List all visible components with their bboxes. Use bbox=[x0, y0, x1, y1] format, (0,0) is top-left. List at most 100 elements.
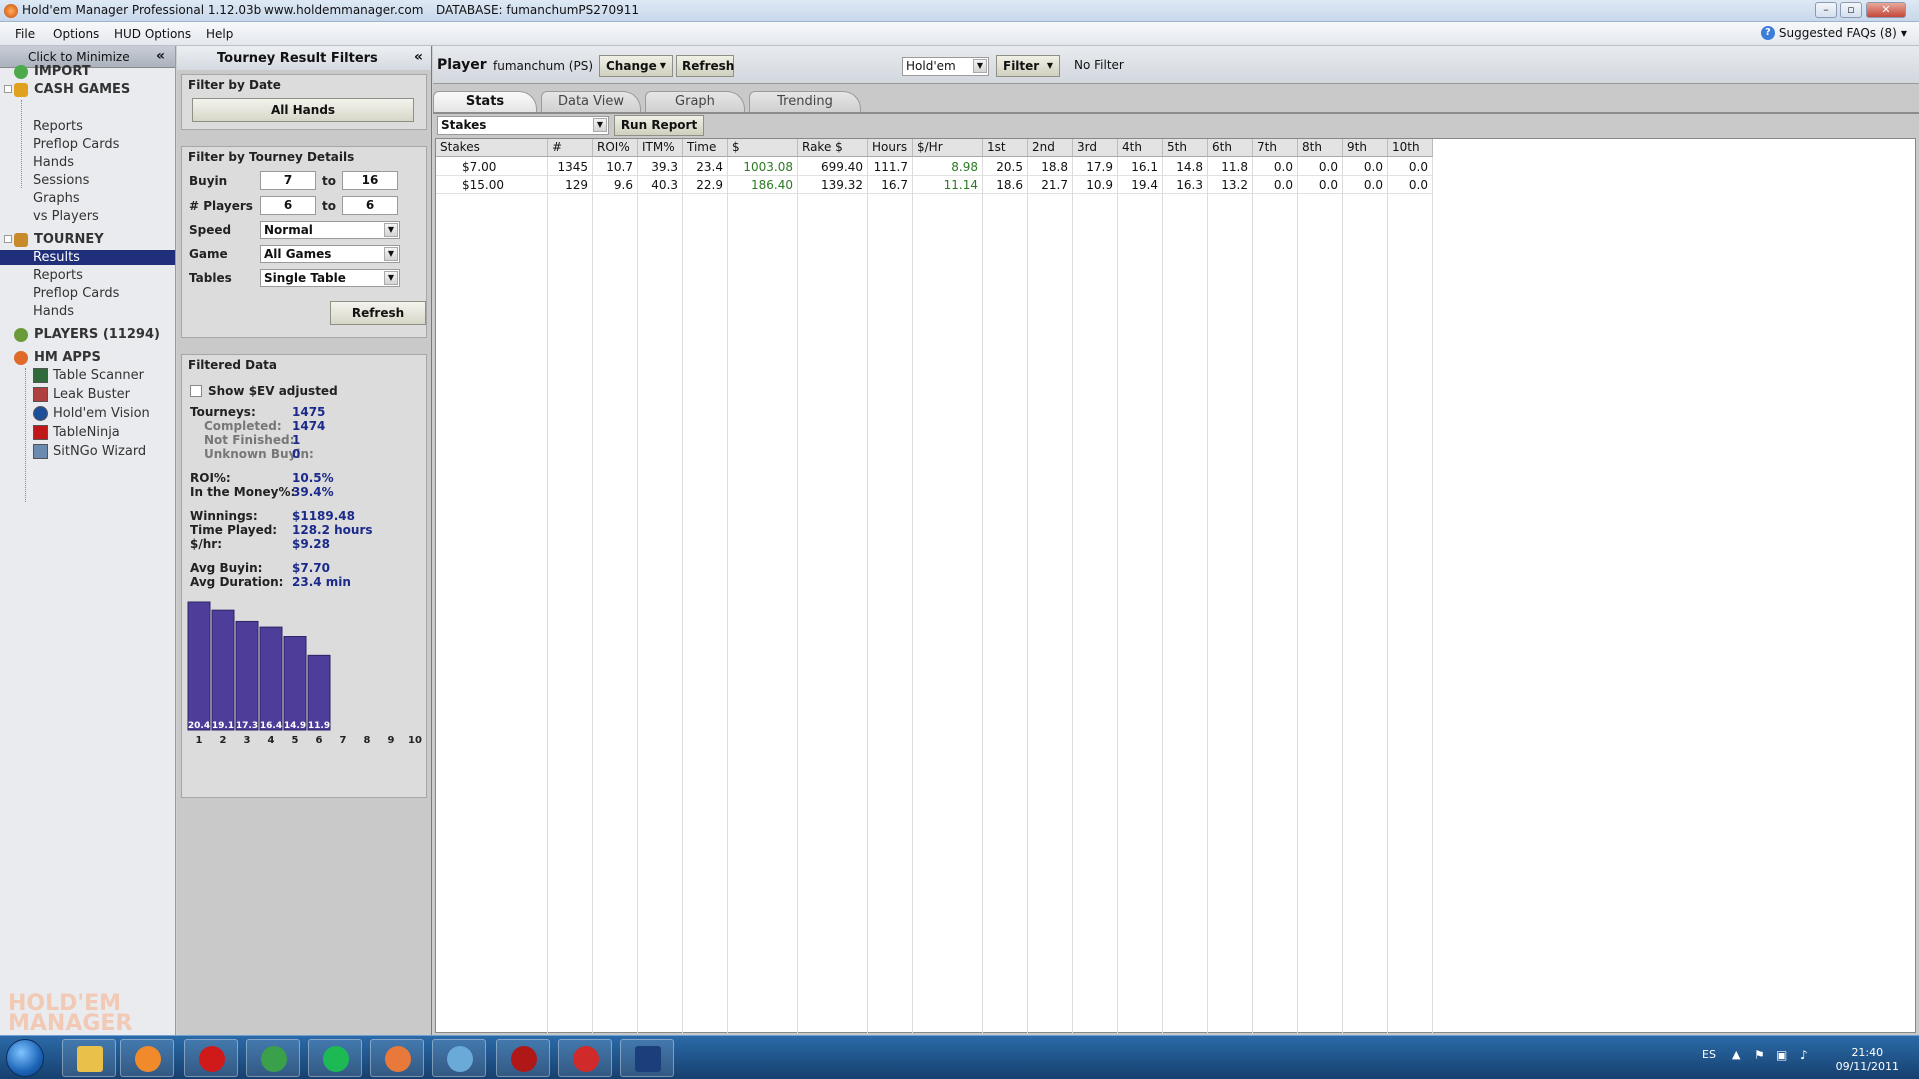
run-report-button[interactable]: Run Report bbox=[614, 115, 704, 136]
action-center-flag-icon[interactable]: ⚑ bbox=[1754, 1048, 1765, 1062]
maximize-window-button[interactable]: ▫ bbox=[1840, 2, 1862, 18]
nav-tourney[interactable]: TOURNEY bbox=[14, 232, 104, 247]
column-header[interactable]: $ bbox=[728, 139, 798, 157]
taskbar-app-holdem-manager[interactable] bbox=[370, 1039, 424, 1077]
system-clock[interactable]: 21:40 09/11/2011 bbox=[1836, 1046, 1899, 1074]
taskbar-app-spotify[interactable] bbox=[308, 1039, 362, 1077]
column-header[interactable]: Rake $ bbox=[798, 139, 868, 157]
nav-tourney-preflop-cards[interactable]: Preflop Cards bbox=[33, 286, 119, 301]
nav-cash-hands[interactable]: Hands bbox=[33, 155, 74, 170]
table-scanner-icon bbox=[33, 368, 48, 383]
x-tick-label: 5 bbox=[292, 735, 299, 746]
buyin-label: Buyin bbox=[189, 174, 228, 188]
column-header[interactable]: Time bbox=[683, 139, 728, 157]
nav-import[interactable]: IMPORT bbox=[14, 64, 91, 79]
language-indicator[interactable]: ES bbox=[1702, 1048, 1716, 1061]
nav-hm-apps[interactable]: HM APPS bbox=[14, 350, 101, 365]
tab-graph[interactable]: Graph bbox=[645, 91, 745, 113]
game-type-select[interactable]: Hold'em ▼ bbox=[902, 57, 989, 76]
nav-tourney-reports[interactable]: Reports bbox=[33, 268, 83, 283]
table-cell: 18.6 bbox=[983, 176, 1028, 194]
nav-tourney-results[interactable]: Results bbox=[0, 250, 175, 265]
column-header[interactable]: 4th bbox=[1118, 139, 1163, 157]
taskbar-app-photoshop[interactable] bbox=[620, 1039, 674, 1077]
cash-games-expander[interactable] bbox=[4, 85, 12, 93]
column-header[interactable]: 9th bbox=[1343, 139, 1388, 157]
nav-cash-preflop-cards[interactable]: Preflop Cards bbox=[33, 137, 119, 152]
column-header[interactable]: Hours bbox=[868, 139, 913, 157]
nav-cash-games[interactable]: CASH GAMES bbox=[14, 82, 130, 97]
minimize-window-button[interactable]: – bbox=[1815, 2, 1837, 18]
x-tick-label: 3 bbox=[244, 735, 251, 746]
change-player-button[interactable]: Change ▼ bbox=[599, 55, 673, 77]
buyin-from-input[interactable]: 7 bbox=[260, 171, 316, 190]
column-header[interactable]: 8th bbox=[1298, 139, 1343, 157]
speed-select[interactable]: Normal ▼ bbox=[260, 221, 400, 239]
buyin-to-input[interactable]: 16 bbox=[342, 171, 398, 190]
column-header[interactable]: 7th bbox=[1253, 139, 1298, 157]
column-header[interactable]: 2nd bbox=[1028, 139, 1073, 157]
menu-help[interactable]: Help bbox=[206, 27, 233, 41]
taskbar-app-tableninja[interactable] bbox=[496, 1039, 550, 1077]
all-hands-button[interactable]: All Hands bbox=[192, 98, 414, 122]
players-to-input[interactable]: 6 bbox=[342, 196, 398, 215]
column-header[interactable]: 5th bbox=[1163, 139, 1208, 157]
group-by-select[interactable]: Stakes ▼ bbox=[437, 116, 609, 135]
column-header[interactable]: 1st bbox=[983, 139, 1028, 157]
column-header[interactable]: 10th bbox=[1388, 139, 1433, 157]
stat-value: $7.70 bbox=[292, 561, 330, 575]
nav-players[interactable]: PLAYERS (11294) bbox=[14, 327, 160, 342]
show-hidden-icons-icon[interactable]: ▲ bbox=[1732, 1048, 1740, 1061]
taskbar-app-explorer[interactable] bbox=[62, 1039, 116, 1077]
column-header[interactable]: Stakes bbox=[436, 139, 548, 157]
app-leak-buster[interactable]: Leak Buster bbox=[33, 387, 130, 402]
menu-bar: File Options HUD Options Help ? Suggeste… bbox=[0, 22, 1919, 46]
tables-select[interactable]: Single Table ▼ bbox=[260, 269, 400, 287]
taskbar-app-pokerstars[interactable] bbox=[558, 1039, 612, 1077]
app-sitngo-wizard[interactable]: SitNGo Wizard bbox=[33, 444, 146, 459]
nav-tourney-hands[interactable]: Hands bbox=[33, 304, 74, 319]
filter-refresh-button[interactable]: Refresh bbox=[330, 301, 426, 325]
column-header[interactable]: ITM% bbox=[638, 139, 683, 157]
column-header[interactable]: ROI% bbox=[593, 139, 638, 157]
column-gridline bbox=[1208, 157, 1253, 1033]
filter-panel: Tourney Result Filters « Filter by Date … bbox=[177, 46, 432, 1035]
menu-hud-options[interactable]: HUD Options bbox=[114, 27, 191, 41]
column-header[interactable]: 3rd bbox=[1073, 139, 1118, 157]
players-from-input[interactable]: 6 bbox=[260, 196, 316, 215]
taskbar-app-media-player[interactable] bbox=[120, 1039, 174, 1077]
dropdown-arrow-icon: ▼ bbox=[384, 247, 398, 261]
windows-start-button[interactable] bbox=[6, 1039, 44, 1077]
tab-data-view[interactable]: Data View bbox=[541, 91, 641, 113]
taskbar-app-opera[interactable] bbox=[184, 1039, 238, 1077]
player-refresh-button[interactable]: Refresh bbox=[676, 55, 734, 77]
menu-file[interactable]: File bbox=[15, 27, 35, 41]
show-sev-checkbox-row[interactable]: Show $EV adjusted bbox=[190, 384, 338, 398]
column-header[interactable]: $/Hr bbox=[913, 139, 983, 157]
tab-stats[interactable]: Stats bbox=[433, 91, 537, 113]
nav-cash-graphs[interactable]: Graphs bbox=[33, 191, 80, 206]
dropdown-arrow-icon: ▼ bbox=[384, 271, 398, 285]
tourney-expander[interactable] bbox=[4, 235, 12, 243]
nav-cash-vs-players[interactable]: vs Players bbox=[33, 209, 99, 224]
menu-options[interactable]: Options bbox=[53, 27, 99, 41]
nav-cash-reports[interactable]: Reports bbox=[33, 119, 83, 134]
show-sev-checkbox[interactable] bbox=[190, 385, 202, 397]
column-header[interactable]: # bbox=[548, 139, 593, 157]
table-cell: 13.2 bbox=[1208, 176, 1253, 194]
game-select[interactable]: All Games ▼ bbox=[260, 245, 400, 263]
taskbar-app-chrome[interactable] bbox=[246, 1039, 300, 1077]
taskbar-app-chess-piece[interactable] bbox=[432, 1039, 486, 1077]
suggested-faqs-dropdown[interactable]: ? Suggested FAQs (8) ▼ bbox=[1760, 26, 1907, 40]
app-tableninja[interactable]: TableNinja bbox=[33, 425, 120, 440]
close-window-button[interactable]: ✕ bbox=[1866, 2, 1906, 18]
collapse-panel-icon[interactable]: « bbox=[414, 49, 423, 65]
nav-cash-sessions[interactable]: Sessions bbox=[33, 173, 89, 188]
column-header[interactable]: 6th bbox=[1208, 139, 1253, 157]
volume-icon[interactable]: ♪ bbox=[1800, 1048, 1808, 1062]
network-icon[interactable]: ▣ bbox=[1776, 1048, 1787, 1062]
tab-trending[interactable]: Trending bbox=[749, 91, 861, 113]
filter-button[interactable]: Filter ▼ bbox=[996, 55, 1060, 77]
app-holdem-vision[interactable]: Hold'em Vision bbox=[33, 406, 150, 421]
app-table-scanner[interactable]: Table Scanner bbox=[33, 368, 144, 383]
